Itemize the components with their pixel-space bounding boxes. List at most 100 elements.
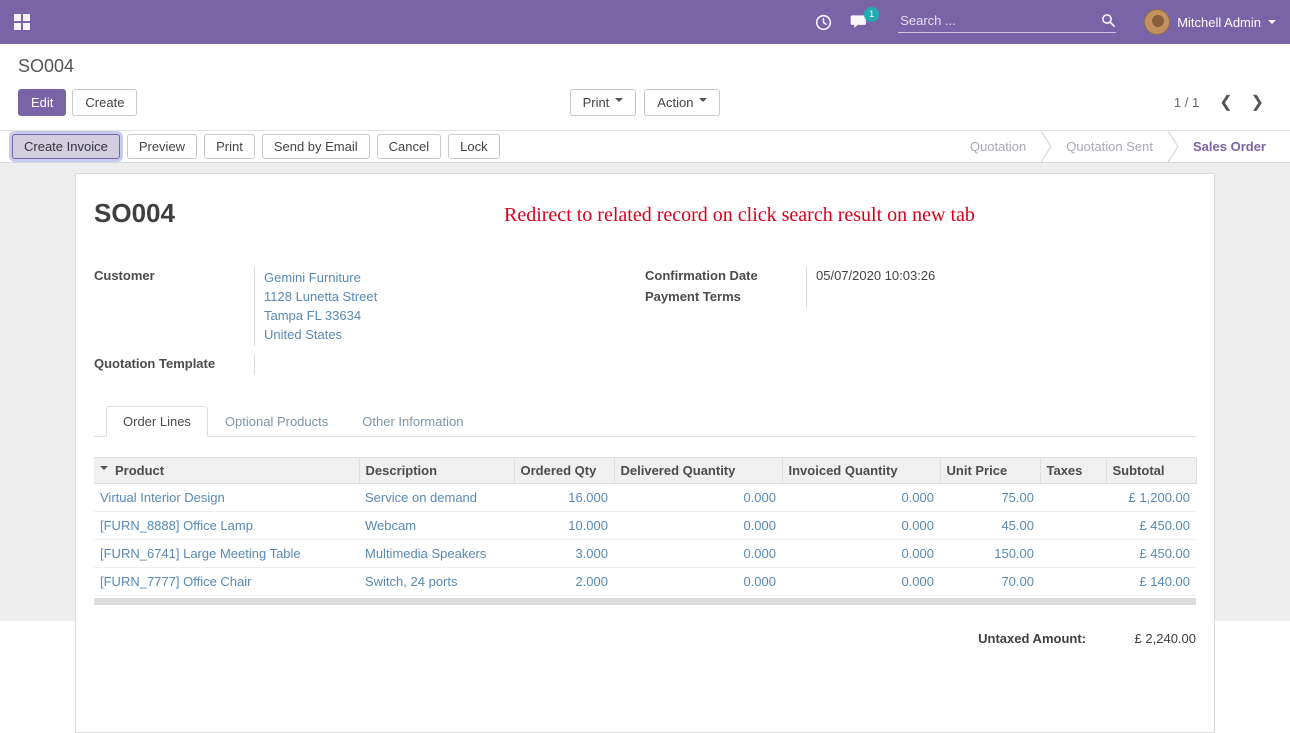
cell-product[interactable]: Virtual Interior Design: [94, 484, 359, 512]
table-header-row: Product Description Ordered Qty Delivere…: [94, 458, 1196, 484]
col-subtotal[interactable]: Subtotal: [1106, 458, 1196, 484]
print-caret-down-icon: [615, 98, 623, 106]
cell-invoiced-qty: 0.000: [782, 512, 940, 540]
cell-delivered-qty: 0.000: [614, 568, 782, 596]
statusbar: Create Invoice Preview Print Send by Ema…: [0, 130, 1290, 163]
confirmation-date-label: Confirmation Date: [645, 266, 806, 287]
customer-street: 1128 Lunetta Street: [264, 287, 645, 306]
quotation-template-label: Quotation Template: [94, 354, 254, 375]
col-product[interactable]: Product: [94, 458, 359, 484]
table-row[interactable]: [FURN_8888] Office Lamp Webcam 10.000 0.…: [94, 512, 1196, 540]
activities-clock-icon[interactable]: [815, 14, 832, 31]
table-footer-strip: [94, 598, 1196, 605]
sales-order-sheet: SO004 Redirect to related record on clic…: [75, 173, 1215, 733]
create-button[interactable]: Create: [72, 89, 137, 116]
print-button[interactable]: Print: [204, 134, 255, 159]
untaxed-amount-label: Untaxed Amount:: [978, 631, 1086, 646]
control-panel: SO004 Edit Create Print Action 1 / 1 ❮ ❯: [0, 44, 1290, 117]
pager-previous-button[interactable]: ❮: [1211, 91, 1240, 115]
preview-button[interactable]: Preview: [127, 134, 197, 159]
cell-description[interactable]: Multimedia Speakers: [359, 540, 514, 568]
user-avatar: [1144, 9, 1170, 35]
print-dropdown-button[interactable]: Print: [570, 89, 637, 116]
cell-delivered-qty: 0.000: [614, 512, 782, 540]
cell-description[interactable]: Webcam: [359, 512, 514, 540]
breadcrumb[interactable]: SO004: [18, 54, 1272, 78]
cell-description[interactable]: Switch, 24 ports: [359, 568, 514, 596]
cell-taxes: [1040, 484, 1106, 512]
cell-taxes: [1040, 568, 1106, 596]
messages-icon[interactable]: 1: [850, 14, 870, 31]
customer-value[interactable]: Gemini Furniture 1128 Lunetta Street Tam…: [254, 266, 645, 346]
message-count-badge: 1: [864, 7, 879, 22]
user-menu[interactable]: Mitchell Admin: [1144, 9, 1276, 35]
cell-taxes: [1040, 540, 1106, 568]
cell-invoiced-qty: 0.000: [782, 484, 940, 512]
cell-subtotal: £ 1,200.00: [1106, 484, 1196, 512]
cell-unit-price: 45.00: [940, 512, 1040, 540]
cell-delivered-qty: 0.000: [614, 540, 782, 568]
cell-product[interactable]: [FURN_8888] Office Lamp: [94, 512, 359, 540]
cell-description[interactable]: Service on demand: [359, 484, 514, 512]
field-group-left: Customer Gemini Furniture 1128 Lunetta S…: [94, 266, 645, 375]
col-taxes[interactable]: Taxes: [1040, 458, 1106, 484]
state-quotation-sent[interactable]: Quotation Sent: [1052, 131, 1167, 162]
apps-menu-icon[interactable]: [14, 14, 30, 30]
status-steps: Quotation Quotation Sent Sales Order: [956, 131, 1290, 162]
table-row[interactable]: [FURN_7777] Office Chair Switch, 24 port…: [94, 568, 1196, 596]
state-sales-order[interactable]: Sales Order: [1179, 131, 1280, 162]
cell-unit-price: 150.00: [940, 540, 1040, 568]
table-row[interactable]: Virtual Interior Design Service on deman…: [94, 484, 1196, 512]
untaxed-amount-value: £ 2,240.00: [1086, 631, 1196, 646]
red-annotation-text: Redirect to related record on click sear…: [504, 204, 975, 227]
cell-delivered-qty: 0.000: [614, 484, 782, 512]
search-input[interactable]: [898, 12, 1101, 29]
cell-subtotal: £ 450.00: [1106, 540, 1196, 568]
customer-country: United States: [264, 325, 645, 344]
col-description[interactable]: Description: [359, 458, 514, 484]
tab-optional-products[interactable]: Optional Products: [208, 406, 345, 437]
cell-ordered-qty: 2.000: [514, 568, 614, 596]
lock-button[interactable]: Lock: [448, 134, 499, 159]
pager-count: 1 / 1: [1174, 95, 1199, 110]
cancel-button[interactable]: Cancel: [377, 134, 441, 159]
payment-terms-label: Payment Terms: [645, 287, 806, 308]
customer-name-link[interactable]: Gemini Furniture: [264, 268, 645, 287]
payment-terms-value[interactable]: [806, 287, 1196, 308]
table-row[interactable]: [FURN_6741] Large Meeting Table Multimed…: [94, 540, 1196, 568]
col-delivered-quantity[interactable]: Delivered Quantity: [614, 458, 782, 484]
tab-order-lines[interactable]: Order Lines: [106, 406, 208, 437]
confirmation-date-value: 05/07/2020 10:03:26: [806, 266, 1196, 287]
customer-city: Tampa FL 33634: [264, 306, 645, 325]
cell-ordered-qty: 16.000: [514, 484, 614, 512]
state-separator-icon: [1040, 131, 1052, 162]
systray: 1 Mitchell Admin: [815, 9, 1276, 35]
edit-button[interactable]: Edit: [18, 89, 66, 116]
create-invoice-button[interactable]: Create Invoice: [12, 134, 120, 159]
global-search: [898, 12, 1116, 33]
order-lines-table: Product Description Ordered Qty Delivere…: [94, 457, 1197, 596]
cell-unit-price: 75.00: [940, 484, 1040, 512]
sort-caret-down-icon[interactable]: [100, 466, 108, 474]
send-by-email-button[interactable]: Send by Email: [262, 134, 370, 159]
pager-next-button[interactable]: ❯: [1243, 91, 1272, 115]
cell-subtotal: £ 450.00: [1106, 512, 1196, 540]
cell-product[interactable]: [FURN_6741] Large Meeting Table: [94, 540, 359, 568]
cell-product[interactable]: [FURN_7777] Office Chair: [94, 568, 359, 596]
quotation-template-value[interactable]: [254, 354, 645, 375]
state-quotation[interactable]: Quotation: [956, 131, 1040, 162]
state-separator-icon: [1167, 131, 1179, 162]
user-name: Mitchell Admin: [1177, 15, 1261, 30]
top-navbar: 1 Mitchell Admin: [0, 0, 1290, 44]
col-unit-price[interactable]: Unit Price: [940, 458, 1040, 484]
cell-invoiced-qty: 0.000: [782, 568, 940, 596]
col-ordered-qty[interactable]: Ordered Qty: [514, 458, 614, 484]
cell-unit-price: 70.00: [940, 568, 1040, 596]
col-invoiced-quantity[interactable]: Invoiced Quantity: [782, 458, 940, 484]
search-icon[interactable]: [1101, 13, 1116, 28]
user-caret-down-icon: [1268, 20, 1276, 28]
action-dropdown-button[interactable]: Action: [644, 89, 720, 116]
tab-other-information[interactable]: Other Information: [345, 406, 480, 437]
cell-ordered-qty: 10.000: [514, 512, 614, 540]
form-view-background: SO004 Redirect to related record on clic…: [0, 163, 1290, 621]
